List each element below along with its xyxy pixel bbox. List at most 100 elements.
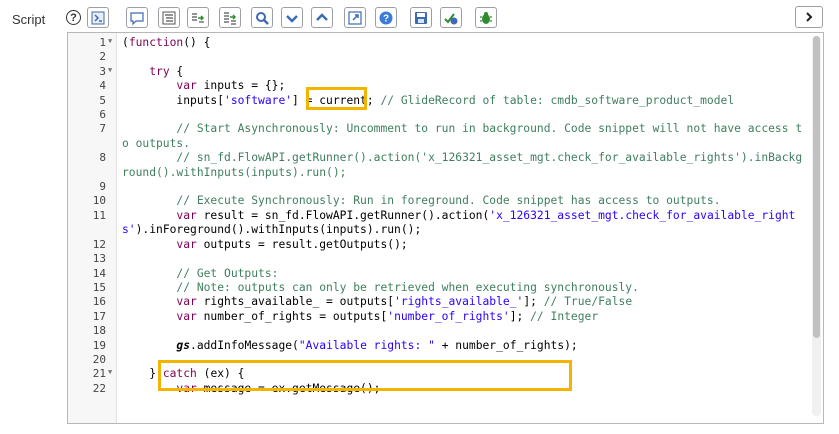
line-number: 17 xyxy=(92,309,106,323)
fold-arrow-icon[interactable]: ▼ xyxy=(108,66,112,74)
code-line[interactable]: 1 ▼ (function() { xyxy=(68,36,808,50)
code-text: var result = sn_fd.FlowAPI.getRunner().a… xyxy=(122,208,796,237)
code-line[interactable]: 18 xyxy=(68,324,808,338)
code-text: // Start Asynchronously: Uncomment to ru… xyxy=(122,122,803,150)
code-line[interactable]: 22 var message = ex.getMessage(); xyxy=(68,382,808,396)
code-line[interactable]: 2 xyxy=(68,50,808,64)
line-number: 14 xyxy=(92,266,106,280)
fullscreen-button[interactable] xyxy=(344,7,366,28)
fullscreen-icon xyxy=(348,10,362,25)
code-line[interactable]: 12 var outputs = result.getOutputs(); xyxy=(68,238,808,252)
toggle-down-button[interactable] xyxy=(281,7,303,28)
line-number: 2 xyxy=(99,50,106,64)
line-number: 19 xyxy=(92,338,106,352)
code-text: } catch (ex) { xyxy=(122,367,245,381)
debug-icon xyxy=(480,11,492,24)
chevron-right-icon xyxy=(806,12,813,22)
search-button[interactable] xyxy=(251,7,273,28)
code-text: (function() { xyxy=(122,36,211,49)
line-number: 21 xyxy=(92,367,106,381)
syntax-check-button[interactable] xyxy=(440,7,462,28)
format-code-icon xyxy=(162,11,176,24)
code-area[interactable]: 1 ▼ (function() {2 3 ▼ try {4 var inputs = … xyxy=(68,36,808,396)
vertical-scrollbar[interactable] xyxy=(812,36,821,416)
scrollbar-thumb[interactable] xyxy=(813,36,820,338)
save-button[interactable] xyxy=(410,7,432,28)
code-text: // Note: outputs can only be retrieved w… xyxy=(176,280,639,294)
code-line[interactable]: 16 var rights_available_ = outputs['righ… xyxy=(68,295,808,309)
line-number: 4 xyxy=(99,79,106,93)
line-number: 9 xyxy=(99,180,106,194)
code-line[interactable]: 11 var result = sn_fd.FlowAPI.getRunner(… xyxy=(68,209,808,238)
replace-button[interactable] xyxy=(187,7,209,28)
line-number: 10 xyxy=(92,194,106,208)
line-number: 22 xyxy=(92,381,106,395)
code-line[interactable]: 6 xyxy=(68,108,808,122)
script-editor[interactable]: 1 ▼ (function() {2 3 ▼ try {4 var inputs = … xyxy=(67,32,824,424)
code-line[interactable]: 21 ▼ } catch (ex) { xyxy=(68,367,808,381)
line-number: 3 xyxy=(99,64,106,78)
search-icon xyxy=(256,11,269,25)
code-text: // Get Outputs: xyxy=(176,266,279,280)
code-line[interactable]: 9 xyxy=(68,180,808,194)
field-help-icon[interactable]: ? xyxy=(66,10,81,25)
expand-button[interactable] xyxy=(795,6,823,28)
code-line[interactable]: 17 var number_of_rights = outputs['numbe… xyxy=(68,310,808,324)
line-number: 13 xyxy=(92,252,106,266)
replace-all-icon xyxy=(224,11,237,25)
code-text: var inputs = {}; xyxy=(176,79,286,93)
line-number: 12 xyxy=(92,237,106,251)
line-number: 8 xyxy=(99,151,106,165)
code-text: // sn_fd.FlowAPI.getRunner().action('x_1… xyxy=(122,151,803,179)
code-line[interactable]: 4 var inputs = {}; xyxy=(68,79,808,93)
line-number: 18 xyxy=(92,324,106,338)
code-line[interactable]: 15 // Note: outputs can only be retrieve… xyxy=(68,281,808,295)
replace-icon xyxy=(192,12,205,23)
comment-icon xyxy=(130,11,144,25)
code-text: try { xyxy=(149,64,184,78)
save-icon xyxy=(415,11,427,24)
help-button[interactable]: ? xyxy=(375,7,397,28)
format-code-button[interactable] xyxy=(158,7,180,28)
line-number: 15 xyxy=(92,280,106,294)
script-include-icon xyxy=(91,11,105,24)
code-line[interactable]: 13 xyxy=(68,252,808,266)
code-text: var number_of_rights = outputs['number_o… xyxy=(176,309,599,323)
fold-arrow-icon[interactable]: ▼ xyxy=(108,37,112,45)
line-number: 6 xyxy=(99,108,106,122)
code-line[interactable]: 7 // Start Asynchronously: Uncomment to … xyxy=(68,122,808,151)
code-line[interactable]: 5 inputs['software'] = current; // Glide… xyxy=(68,94,808,108)
syntax-check-icon xyxy=(444,12,458,24)
code-line[interactable]: 10 // Execute Synchronously: Run in fore… xyxy=(68,194,808,208)
code-line[interactable]: 20 xyxy=(68,353,808,367)
comment-button[interactable] xyxy=(126,7,148,28)
line-number: 1 xyxy=(99,36,106,49)
toggle-up-icon xyxy=(316,12,328,21)
line-number: 20 xyxy=(92,352,106,366)
replace-all-button[interactable] xyxy=(219,7,241,28)
debug-button[interactable] xyxy=(475,7,497,28)
code-line[interactable]: 3 ▼ try { xyxy=(68,65,808,79)
line-number: 7 xyxy=(99,122,106,136)
code-line[interactable]: 19 gs.addInfoMessage("Available rights: … xyxy=(68,339,808,353)
fold-arrow-icon[interactable]: ▼ xyxy=(108,368,112,376)
code-text: gs.addInfoMessage("Available rights: " +… xyxy=(176,338,578,352)
code-line[interactable]: 14 // Get Outputs: xyxy=(68,267,808,281)
code-text: var rights_available_ = outputs['rights_… xyxy=(176,295,633,309)
code-line[interactable]: 8 // sn_fd.FlowAPI.getRunner().action('x… xyxy=(68,151,808,180)
code-text: var message = ex.getMessage(); xyxy=(176,381,381,395)
code-text: var outputs = result.getOutputs(); xyxy=(176,237,408,251)
code-text: inputs['software'] = current; // GlideRe… xyxy=(122,93,735,107)
script-include-button[interactable] xyxy=(87,7,109,28)
svg-text:?: ? xyxy=(383,13,389,24)
toggle-up-button[interactable] xyxy=(311,7,333,28)
line-number: 11 xyxy=(92,208,106,222)
line-number: 5 xyxy=(99,93,106,107)
toggle-down-icon xyxy=(286,14,298,23)
